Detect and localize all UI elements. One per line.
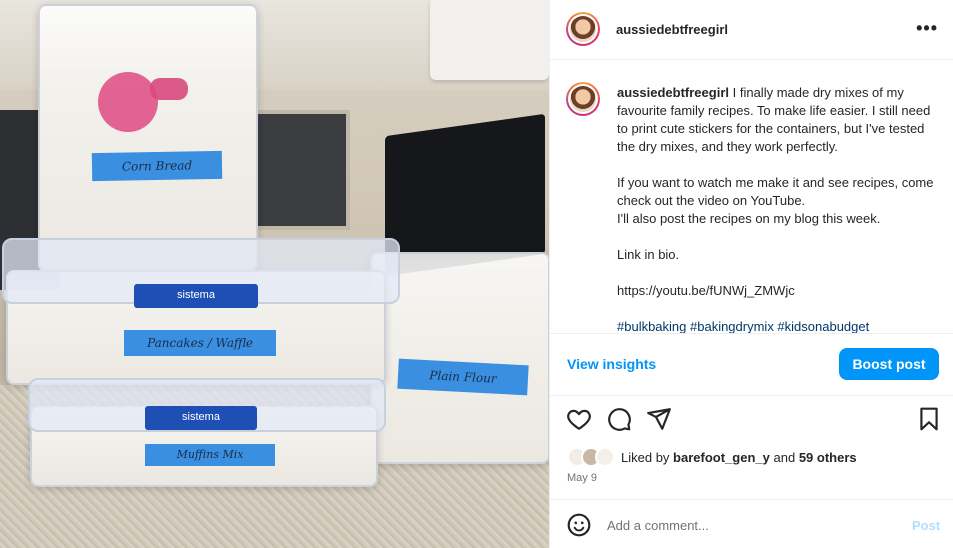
author-username[interactable]: aussiedebtfreegirl: [616, 22, 728, 37]
divider-comment: [550, 499, 953, 500]
brand-clip-top: sistema: [134, 284, 258, 308]
post-caption: aussiedebtfreegirl I finally made dry mi…: [617, 84, 937, 336]
caption-link[interactable]: https://youtu.be/fUNWj_ZMWjc: [617, 283, 795, 298]
liked-by-and: and: [773, 450, 796, 465]
liked-by-text: Liked by barefoot_gen_y and 59 others: [621, 450, 857, 465]
caption-text-3: Link in bio.: [617, 247, 680, 262]
air-conditioner: [430, 0, 549, 80]
corn-bread-container: [38, 4, 258, 272]
post-comment-button[interactable]: Post: [912, 518, 940, 533]
liked-by-user[interactable]: barefoot_gen_y: [673, 450, 770, 465]
author-avatar[interactable]: [566, 12, 600, 46]
comment-input[interactable]: Add a comment...: [607, 518, 709, 533]
view-insights-link[interactable]: View insights: [567, 356, 656, 372]
caption-username[interactable]: aussiedebtfreegirl: [617, 85, 729, 100]
brand-clip-bottom: sistema: [145, 406, 257, 430]
muffins-label: Muffins Mix: [145, 444, 275, 466]
measuring-scoop: [98, 72, 158, 132]
background-window: [250, 110, 350, 230]
divider-top: [550, 333, 953, 334]
corn-bread-label: Corn Bread: [91, 150, 223, 182]
post-date[interactable]: May 9: [567, 472, 597, 484]
caption-avatar[interactable]: [566, 82, 600, 116]
heart-icon[interactable]: [566, 406, 592, 432]
measuring-scoop-handle: [150, 78, 188, 100]
liked-by-prefix: Liked by: [621, 450, 670, 465]
liker-avatar-3: [595, 447, 615, 467]
liked-by-others[interactable]: 59 others: [799, 450, 857, 465]
pancakes-label: Pancakes / Waffle: [124, 330, 276, 356]
divider-actions: [550, 395, 953, 396]
post-panel: aussiedebtfreegirl ••• aussiedebtfreegir…: [549, 0, 953, 548]
more-options-icon[interactable]: •••: [916, 18, 938, 39]
post-header: aussiedebtfreegirl •••: [550, 0, 953, 60]
caption-hashtags[interactable]: #bulkbaking #bakingdrymix #kidsonabudget: [617, 319, 869, 334]
bookmark-icon[interactable]: [916, 406, 942, 432]
boost-post-button[interactable]: Boost post: [839, 348, 939, 380]
post-photo[interactable]: Corn Bread Plain Flour sistema Pancakes …: [0, 0, 549, 548]
caption-text-2: If you want to watch me make it and see …: [617, 175, 934, 226]
emoji-icon[interactable]: [566, 512, 592, 538]
comment-icon[interactable]: [606, 406, 632, 432]
share-icon[interactable]: [646, 406, 672, 432]
